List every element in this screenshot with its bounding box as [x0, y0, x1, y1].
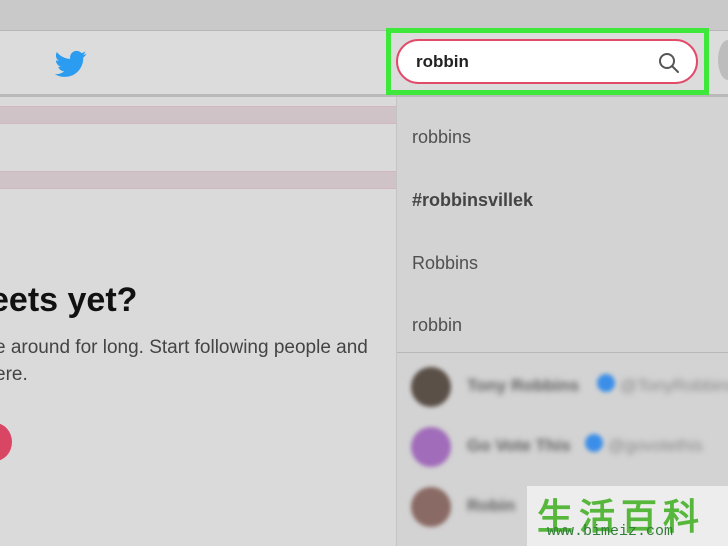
suggestion-item[interactable]: robbin: [412, 315, 462, 336]
search-icon[interactable]: [657, 51, 681, 75]
empty-state-text: e around for long. Start following peopl…: [0, 337, 368, 358]
suggestion-item[interactable]: #robbinsvillek: [412, 190, 533, 211]
user-handle: @TonyRobbins: [620, 376, 728, 395]
verified-badge-icon: [585, 434, 603, 452]
timeline-divider: [0, 171, 396, 189]
suggestion-item[interactable]: Robbins: [412, 253, 478, 274]
dropdown-divider: [397, 352, 728, 353]
user-suggestion[interactable]: Tony Robbins @TonyRobbins: [411, 367, 728, 407]
user-name: Tony Robbins: [467, 376, 580, 395]
search-value: robbin: [416, 52, 469, 71]
search-input[interactable]: robbin: [396, 39, 698, 84]
twitter-bird-icon[interactable]: [55, 50, 87, 78]
suggestion-item[interactable]: robbins: [412, 127, 471, 148]
user-handle: @govotethis: [608, 436, 703, 455]
verified-badge-icon: [597, 374, 615, 392]
user-avatar: [411, 367, 451, 407]
empty-state-text: ere.: [0, 364, 28, 385]
browser-topbar: [0, 0, 728, 31]
user-avatar: [411, 487, 451, 527]
user-name: Go Vote This: [467, 436, 571, 455]
watermark: 生活百科 www.bimeiz.com: [527, 486, 728, 546]
user-suggestion[interactable]: Go Vote This @govotethis: [411, 427, 721, 467]
search-suggestions-dropdown: robbins #robbinsvillek Robbins robbin To…: [396, 97, 728, 546]
user-avatar: [411, 427, 451, 467]
timeline-panel: [0, 97, 396, 546]
empty-state-heading: eets yet?: [0, 281, 138, 319]
user-name: Robin: [467, 496, 516, 515]
watermark-url: www.bimeiz.com: [547, 523, 674, 540]
timeline-divider: [0, 106, 396, 124]
